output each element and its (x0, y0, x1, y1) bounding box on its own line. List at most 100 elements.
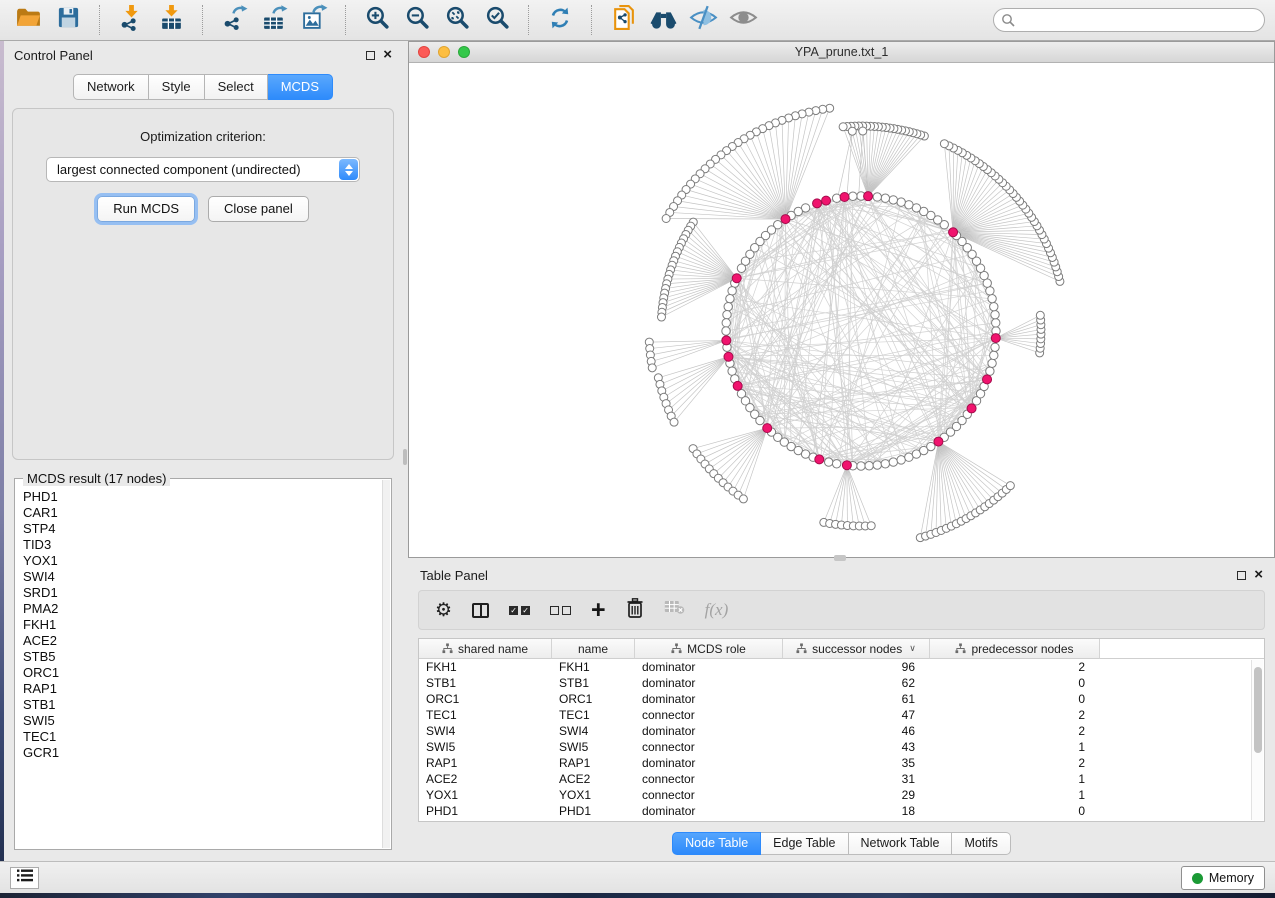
delete-column-button[interactable] (626, 598, 644, 623)
tab-select[interactable]: Select (205, 74, 268, 100)
mcds-result-item[interactable]: TID3 (23, 537, 381, 553)
mcds-result-item[interactable]: RAP1 (23, 681, 381, 697)
table-row[interactable]: PHD1PHD1dominator180 (419, 803, 1264, 819)
column-header-MCDS-role[interactable]: MCDS role (635, 639, 783, 659)
float-table-panel-icon[interactable] (1237, 571, 1246, 580)
mcds-result-item[interactable]: STB1 (23, 697, 381, 713)
export-network-button[interactable] (216, 3, 252, 37)
zoom-in-button[interactable] (359, 3, 395, 37)
network-window-titlebar[interactable]: YPA_prune.txt_1 (409, 42, 1274, 63)
split-view-button[interactable] (472, 603, 489, 618)
close-panel-button[interactable]: Close panel (208, 196, 309, 222)
float-panel-icon[interactable] (366, 51, 375, 60)
zoom-in-icon (364, 4, 391, 36)
tab-edge-table[interactable]: Edge Table (761, 832, 848, 855)
show-panels-button[interactable] (10, 867, 39, 889)
export-image-button[interactable] (296, 3, 332, 37)
mcds-result-scrollbar[interactable] (382, 480, 390, 848)
mcds-result-item[interactable]: TEC1 (23, 729, 381, 745)
table-settings-button[interactable]: ⚙ (435, 601, 452, 620)
table-row[interactable]: RAP1RAP1dominator352 (419, 755, 1264, 771)
table-row[interactable]: ORC1ORC1dominator610 (419, 691, 1264, 707)
select-all-button[interactable]: ✓✓ (509, 606, 530, 615)
column-header-successor-nodes[interactable]: successor nodes∨ (783, 639, 930, 659)
table-cell: YOX1 (419, 787, 552, 803)
mcds-result-item[interactable]: SRD1 (23, 585, 381, 601)
mcds-result-item[interactable]: FKH1 (23, 617, 381, 633)
optimization-criterion-select[interactable]: largest connected component (undirected) (46, 157, 360, 182)
memory-label: Memory (1209, 871, 1254, 885)
toolbar-separator (591, 5, 592, 35)
table-cell: RAP1 (419, 755, 552, 771)
zoom-out-button[interactable] (399, 3, 435, 37)
tab-node-table[interactable]: Node Table (672, 832, 761, 855)
mcds-result-item[interactable]: STB5 (23, 649, 381, 665)
add-column-button[interactable]: + (591, 600, 606, 620)
mcds-result-item[interactable]: SWI4 (23, 569, 381, 585)
import-table-icon (158, 4, 185, 36)
table-scrollbar[interactable] (1251, 660, 1263, 820)
table-row[interactable]: YOX1YOX1connector291 (419, 787, 1264, 803)
tab-style[interactable]: Style (149, 74, 205, 100)
tab-network-table[interactable]: Network Table (849, 832, 953, 855)
refresh-button[interactable] (542, 3, 578, 37)
show-all-button[interactable] (725, 3, 761, 37)
memory-button[interactable]: Memory (1181, 866, 1265, 890)
column-header-name[interactable]: name (552, 639, 635, 659)
network-view-window: YPA_prune.txt_1 (408, 41, 1275, 558)
mcds-result-item[interactable]: SWI5 (23, 713, 381, 729)
table-row[interactable]: SWI5SWI5connector431 (419, 739, 1264, 755)
clone-network-button[interactable] (605, 3, 641, 37)
open-file-button[interactable] (10, 3, 46, 37)
vertical-splitter-handle[interactable] (403, 449, 407, 465)
table-cell: PHD1 (419, 803, 552, 819)
export-table-icon (261, 4, 288, 36)
table-toolbar: ⚙ ✓✓ + f(x) (418, 590, 1265, 630)
split-view-icon (472, 603, 489, 618)
hide-selected-button[interactable] (685, 3, 721, 37)
mcds-result-item[interactable]: PHD1 (23, 489, 381, 505)
mcds-result-item[interactable]: PMA2 (23, 601, 381, 617)
zoom-selected-button[interactable] (479, 3, 515, 37)
mcds-result-item[interactable]: ORC1 (23, 665, 381, 681)
mcds-result-item[interactable]: STP4 (23, 521, 381, 537)
table-row[interactable]: FKH1FKH1dominator962 (419, 659, 1264, 675)
deselect-all-button[interactable] (550, 606, 571, 615)
table-cell: 2 (930, 707, 1100, 723)
save-button[interactable] (50, 3, 86, 37)
tab-mcds[interactable]: MCDS (268, 74, 333, 100)
import-network-button[interactable] (113, 3, 149, 37)
table-cell: connector (635, 771, 783, 787)
table-cell: connector (635, 707, 783, 723)
mcds-result-item[interactable]: GCR1 (23, 745, 381, 761)
import-table-button[interactable] (153, 3, 189, 37)
mcds-result-item[interactable]: ACE2 (23, 633, 381, 649)
binoculars-button[interactable] (645, 3, 681, 37)
table-row[interactable]: STB1STB1dominator620 (419, 675, 1264, 691)
horizontal-splitter-handle[interactable] (834, 555, 846, 561)
table-row[interactable]: TEC1TEC1connector472 (419, 707, 1264, 723)
export-table-button[interactable] (256, 3, 292, 37)
zoom-fit-button[interactable] (439, 3, 475, 37)
tab-motifs[interactable]: Motifs (952, 832, 1010, 855)
mcds-result-item[interactable]: YOX1 (23, 553, 381, 569)
table-row[interactable]: ACE2ACE2connector311 (419, 771, 1264, 787)
run-mcds-button[interactable]: Run MCDS (97, 196, 195, 222)
table-cell: 0 (930, 803, 1100, 819)
table-row[interactable]: SWI4SWI4dominator462 (419, 723, 1264, 739)
open-file-icon (15, 4, 42, 36)
table-cell: TEC1 (419, 707, 552, 723)
network-canvas[interactable] (409, 63, 1274, 557)
column-header-shared-name[interactable]: shared name (419, 639, 552, 659)
table-scrollbar-thumb[interactable] (1254, 667, 1262, 753)
table-cell: SWI4 (552, 723, 635, 739)
close-table-panel-icon[interactable]: × (1254, 570, 1263, 580)
mcds-result-item[interactable]: CAR1 (23, 505, 381, 521)
table-cell: dominator (635, 803, 783, 819)
search-input[interactable] (993, 8, 1265, 32)
column-header-predecessor-nodes[interactable]: predecessor nodes (930, 639, 1100, 659)
checked-box-icon: ✓ (509, 606, 518, 615)
tab-network[interactable]: Network (73, 74, 149, 100)
close-panel-icon[interactable]: × (383, 50, 392, 60)
toolbar-separator (99, 5, 100, 35)
